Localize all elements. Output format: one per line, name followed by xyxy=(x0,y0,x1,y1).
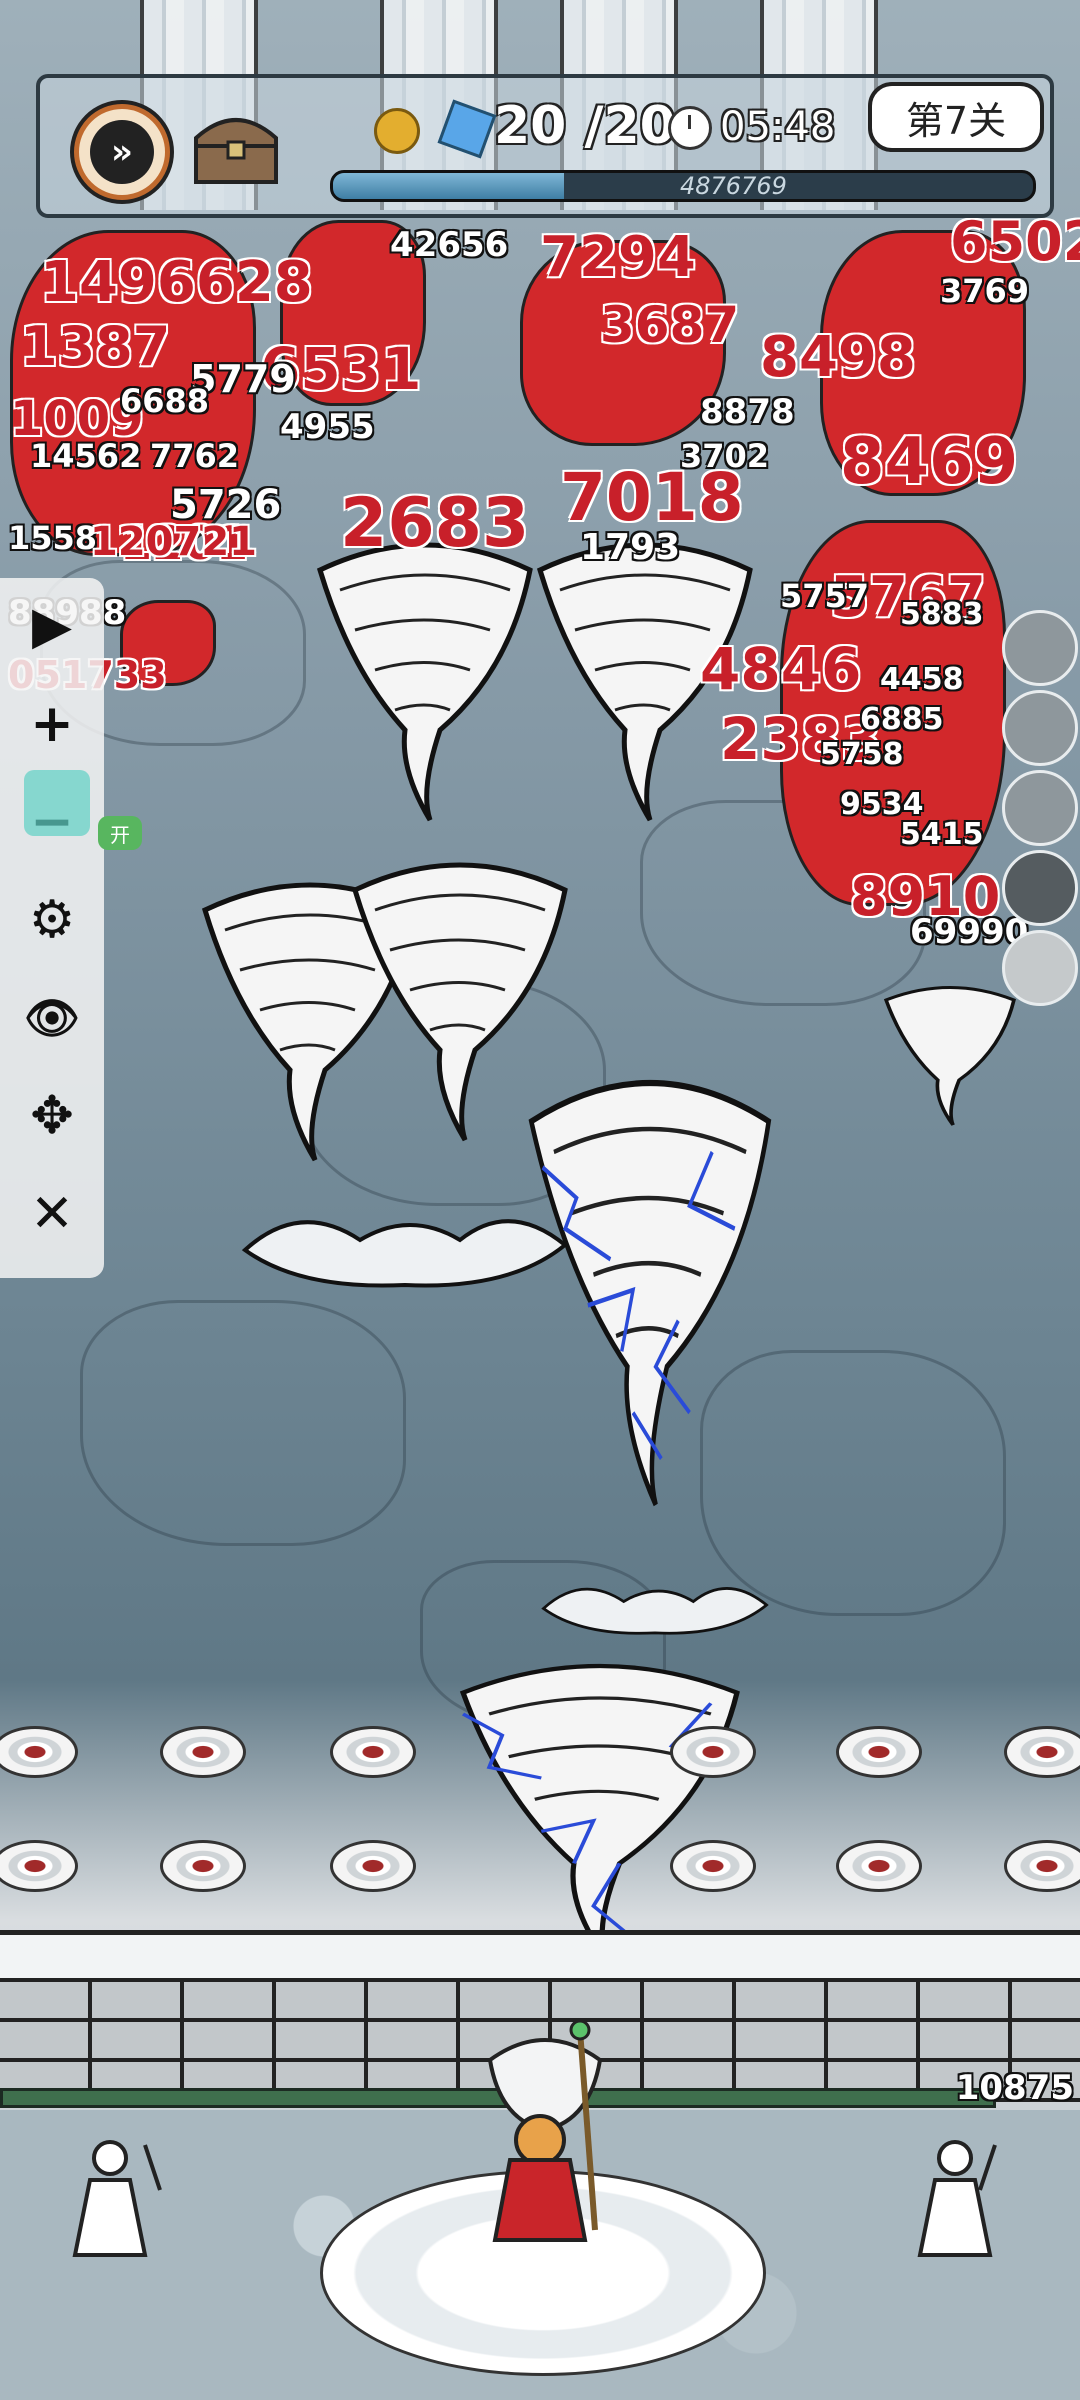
clock-icon xyxy=(668,106,712,150)
plus-icon: + xyxy=(30,694,74,754)
zoom-in-button[interactable]: + xyxy=(0,676,104,772)
damage-number: 9534 xyxy=(840,787,924,822)
damage-number: 4846 xyxy=(700,635,862,703)
countdown-timer: 05:48 xyxy=(720,104,836,150)
whirlwind-skill-icon[interactable] xyxy=(1002,770,1078,846)
damage-number: 3769 xyxy=(940,272,1030,310)
move-button[interactable]: ✥ xyxy=(0,1068,104,1164)
floor-stud xyxy=(330,1840,416,1892)
floor-stud xyxy=(1004,1840,1080,1892)
damage-number: 8878 xyxy=(700,392,795,432)
level-badge[interactable]: 第7关 xyxy=(868,82,1044,152)
damage-number: 120721 xyxy=(90,519,257,565)
damage-number: 8498 xyxy=(760,325,916,390)
wall-top xyxy=(0,1930,1080,1983)
damage-number: 6688 xyxy=(120,382,210,420)
damage-number: 14562 xyxy=(30,437,142,475)
damage-number: 5758 xyxy=(820,737,904,772)
damage-number: 42656 xyxy=(390,225,509,265)
eye-icon: 👁 xyxy=(24,993,80,1044)
damage-number: 5415 xyxy=(900,817,984,852)
floor-stud xyxy=(0,1726,78,1778)
ally-mage[interactable] xyxy=(900,2130,1010,2270)
floor-stud xyxy=(0,1840,78,1892)
stone-skill-icon[interactable] xyxy=(1002,850,1078,926)
coin-icon xyxy=(374,108,420,154)
damage-number: 1387 xyxy=(20,315,171,378)
top-hud: » 20 /20 05:48 第7关 4876769 xyxy=(36,74,1054,218)
wave-progress-fill xyxy=(333,173,564,199)
tornado xyxy=(883,986,1016,1126)
damage-number: 1793 xyxy=(580,527,681,568)
wind-splash xyxy=(241,1219,569,1288)
floor-stud xyxy=(670,1840,756,1892)
lock-icon[interactable] xyxy=(24,770,90,836)
damage-number: 5757 xyxy=(780,577,870,615)
damage-number: 4458 xyxy=(880,662,964,697)
close-icon: ✕ xyxy=(30,1184,74,1244)
energy-counter: 20 /20 xyxy=(494,96,676,156)
floating-toolbar: ▶ + − ⚙ 👁 ✥ ✕ xyxy=(0,578,104,1278)
treasure-chest-icon[interactable] xyxy=(190,108,282,186)
wind-splash xyxy=(541,1587,769,1635)
damage-number: 6885 xyxy=(860,702,944,737)
close-button[interactable]: ✕ xyxy=(0,1166,104,1262)
damage-number: 5883 xyxy=(900,597,984,632)
floor-stud xyxy=(1004,1726,1080,1778)
speed-button[interactable]: » xyxy=(74,104,170,200)
damage-number: 3687 xyxy=(600,296,740,354)
damage-number: 7762 xyxy=(150,437,240,475)
damage-number: 2683 xyxy=(340,484,530,563)
damage-number: 5726 xyxy=(170,482,282,528)
gear-icon: ⚙ xyxy=(28,890,76,950)
hero-wizard[interactable] xyxy=(470,2020,620,2250)
floor-stud xyxy=(836,1726,922,1778)
wall-hp-value: 10875 xyxy=(955,2068,1074,2108)
damage-number: 8469 xyxy=(840,425,1019,499)
ice-skill-icon[interactable] xyxy=(1002,690,1078,766)
play-button[interactable]: ▶ xyxy=(0,578,104,674)
tornado xyxy=(316,542,533,822)
floor-stud xyxy=(836,1840,922,1892)
damage-number: 1496628 xyxy=(40,250,313,315)
floor-stud xyxy=(160,1840,246,1892)
empty-skill-slot[interactable] xyxy=(1002,930,1078,1006)
play-icon: ▶ xyxy=(32,596,72,656)
damage-number: 1558 xyxy=(8,519,98,557)
toggle-switch[interactable]: 开 xyxy=(98,816,142,850)
damage-number: 7294 xyxy=(540,225,696,290)
damage-number: 6502 xyxy=(950,210,1080,273)
settings-button[interactable]: ⚙ xyxy=(0,872,104,968)
floor-stud xyxy=(670,1726,756,1778)
floor-stud xyxy=(160,1726,246,1778)
floor-stud xyxy=(330,1726,416,1778)
move-icon: ✥ xyxy=(30,1086,74,1146)
gem-icon xyxy=(437,99,497,159)
wave-progress-text: 4876769 xyxy=(680,172,787,200)
battlefield: 1496628 6502 1387 1009 2683 7018 8469 23… xyxy=(0,0,1080,1930)
ground-crack xyxy=(80,1300,406,1546)
damage-number: 3702 xyxy=(680,437,770,475)
fast-forward-icon: » xyxy=(90,120,154,184)
damage-number: 4955 xyxy=(280,407,375,447)
ally-mage[interactable] xyxy=(60,2130,170,2270)
tornado-skill-icon[interactable] xyxy=(1002,610,1078,686)
visibility-button[interactable]: 👁 xyxy=(0,970,104,1066)
